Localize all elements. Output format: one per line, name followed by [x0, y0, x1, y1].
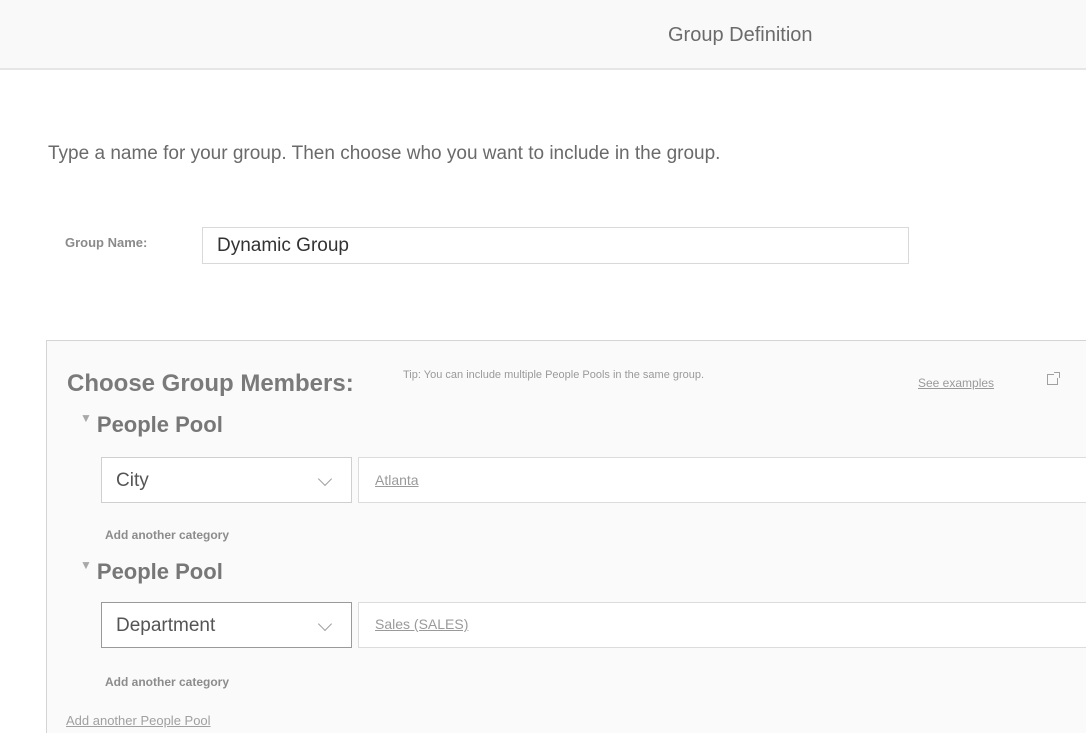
tip-text: Tip: You can include multiple People Poo… — [403, 369, 705, 381]
people-pool-header[interactable]: ▼ People Pool — [80, 558, 223, 585]
group-members-title: Choose Group Members: — [67, 370, 354, 397]
external-link-icon[interactable] — [1047, 372, 1060, 385]
category-value-link[interactable]: Atlanta — [375, 472, 419, 488]
add-people-pool-link[interactable]: Add another People Pool — [66, 713, 211, 728]
add-category-link[interactable]: Add another category — [105, 528, 229, 542]
caret-down-icon[interactable]: ▼ — [80, 558, 92, 572]
category-select-value: Department — [116, 615, 216, 636]
page-header: Group Definition — [0, 0, 1086, 70]
people-pool-title: People Pool — [96, 559, 223, 584]
group-name-label: Group Name: — [65, 235, 148, 250]
group-name-input[interactable] — [202, 227, 909, 264]
page-title: Group Definition — [668, 24, 813, 46]
category-value-field[interactable] — [358, 457, 1086, 503]
add-category-link[interactable]: Add another category — [105, 675, 229, 689]
caret-down-icon[interactable]: ▼ — [80, 411, 92, 425]
category-value-link[interactable]: Sales (SALES) — [375, 616, 468, 632]
people-pool-header[interactable]: ▼ People Pool — [80, 411, 223, 438]
category-select[interactable]: Department — [101, 602, 352, 648]
people-pool-title: People Pool — [96, 412, 223, 437]
see-examples-link[interactable]: See examples — [918, 376, 994, 390]
category-select[interactable]: City — [101, 457, 352, 503]
category-select-value: City — [116, 470, 149, 491]
intro-text: Type a name for your group. Then choose … — [48, 143, 721, 164]
